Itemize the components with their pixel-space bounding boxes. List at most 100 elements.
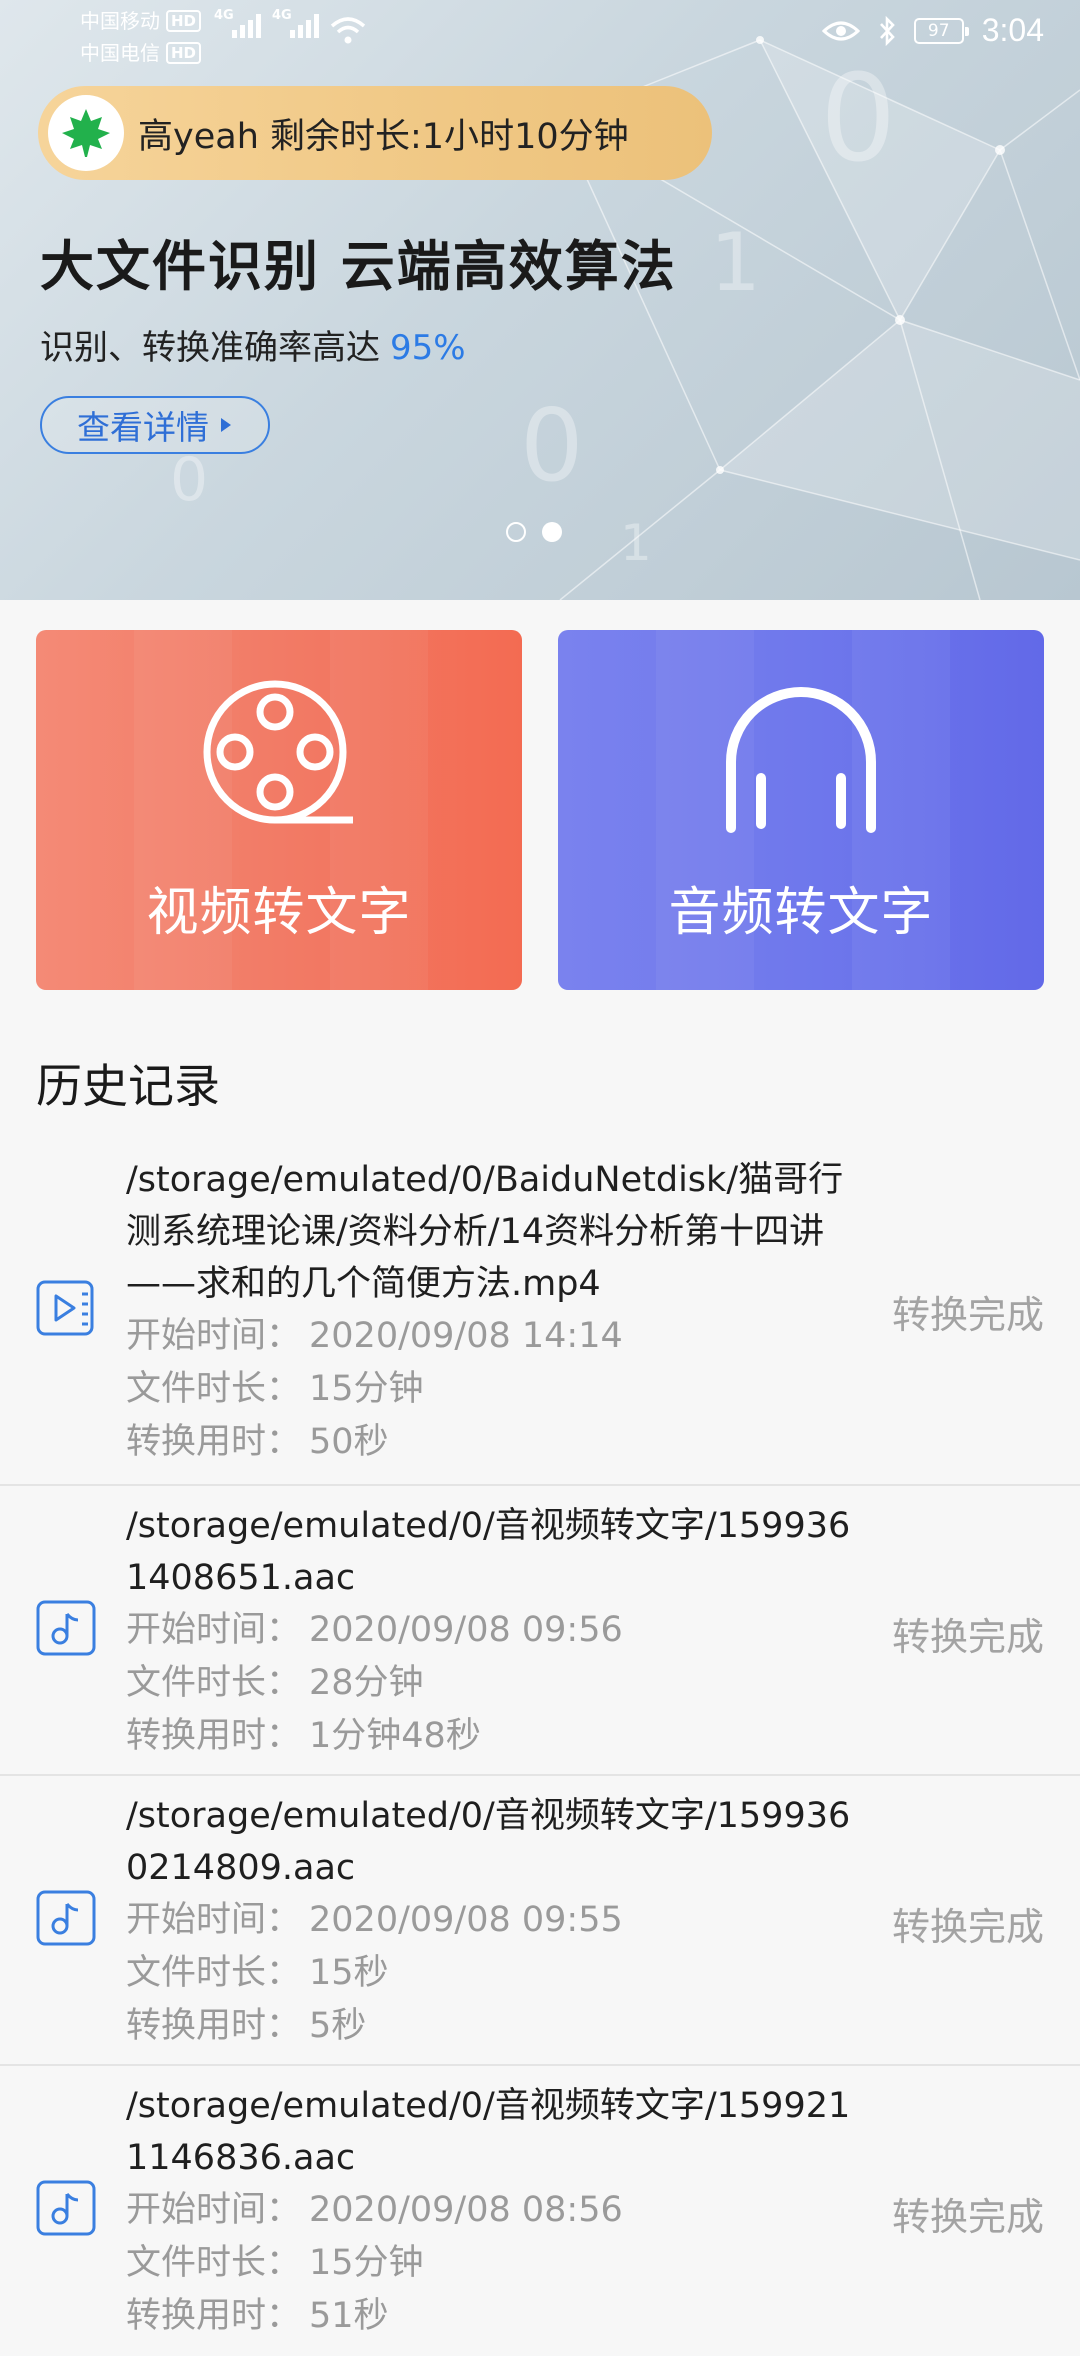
play-arrow-icon: [221, 418, 231, 432]
promo-banner[interactable]: 0 1 0 0 1 中国移动 HD 中国电信 HD 4G 4G 97 3:04 …: [0, 0, 1080, 600]
conversion-status: 转换完成: [891, 2195, 1044, 2239]
convert-time-value: 50秒: [309, 1422, 389, 1462]
banner-subtitle-text: 识别、转换准确率高达: [40, 328, 380, 368]
status-bar: 中国移动 HD 中国电信 HD 4G 4G 97 3:04: [0, 0, 1080, 70]
convert-time-value: 1分钟48秒: [309, 1716, 481, 1756]
convert-time-value: 5秒: [309, 2006, 367, 2046]
start-time-label: 开始时间：: [126, 1316, 302, 1356]
svg-text:0: 0: [820, 50, 896, 189]
hd-badge: HD: [166, 42, 202, 64]
clock: 3:04: [981, 12, 1044, 48]
audio-file-icon: [36, 1890, 96, 1946]
history-item-body: /storage/emulated/0/音视频转文字/1599211146836…: [126, 2080, 856, 2343]
status-right: 97 3:04: [821, 12, 1044, 49]
convert-time: 转换用时： 1分钟48秒: [126, 1710, 856, 1763]
history-item-body: /storage/emulated/0/音视频转文字/1599360214809…: [126, 1790, 856, 2053]
history-item[interactable]: /storage/emulated/0/音视频转文字/1599361408651…: [0, 1486, 1080, 1776]
start-time-label: 开始时间：: [126, 2190, 302, 2230]
conversion-status: 转换完成: [891, 1905, 1044, 1949]
audio-file-icon: [36, 1600, 96, 1656]
convert-time-value: 51秒: [309, 2296, 389, 2336]
file-path: /storage/emulated/0/BaiduNetdisk/猫哥行测系统理…: [126, 1160, 844, 1304]
conversion-status: 转换完成: [891, 1293, 1044, 1337]
vip-remaining-time: 高yeah 剩余时长:1小时10分钟: [138, 116, 629, 157]
convert-time-label: 转换用时：: [126, 2296, 302, 2336]
file-path: /storage/emulated/0/音视频转文字/1599361408651…: [126, 1506, 851, 1598]
accuracy-highlight: 95%: [390, 328, 466, 368]
view-details-button[interactable]: 查看详情: [40, 396, 270, 454]
carrier-1-name: 中国移动: [80, 9, 160, 33]
start-time-label: 开始时间：: [126, 1610, 302, 1650]
start-time-value: 2020/09/08 09:55: [309, 1900, 623, 1940]
svg-text:1: 1: [620, 514, 652, 572]
carrier-1: 中国移动 HD: [80, 8, 202, 34]
file-duration: 文件时长： 28分钟: [126, 1657, 856, 1710]
carousel-dot[interactable]: [506, 522, 526, 542]
convert-time-label: 转换用时：: [126, 2006, 302, 2046]
file-duration-label: 文件时长：: [126, 1953, 302, 1993]
video-file-icon: [36, 1280, 94, 1336]
banner-title: 大文件识别 云端高效算法: [40, 234, 677, 298]
conversion-status: 转换完成: [891, 1615, 1044, 1659]
file-duration-label: 文件时长：: [126, 2243, 302, 2283]
start-time: 开始时间： 2020/09/08 09:56: [126, 1604, 856, 1657]
convert-time: 转换用时： 50秒: [126, 1416, 856, 1469]
start-time: 开始时间： 2020/09/08 14:14: [126, 1310, 856, 1363]
file-duration-value: 15分钟: [309, 2243, 424, 2283]
video-to-text-label: 视频转文字: [146, 883, 412, 943]
file-path: /storage/emulated/0/音视频转文字/1599211146836…: [126, 2086, 851, 2178]
convert-time: 转换用时： 5秒: [126, 2000, 856, 2053]
start-time: 开始时间： 2020/09/08 08:56: [126, 2184, 856, 2237]
history-item-body: /storage/emulated/0/BaiduNetdisk/猫哥行测系统理…: [126, 1154, 856, 1469]
carousel-indicator: [506, 522, 562, 542]
audio-to-text-button[interactable]: 音频转文字: [558, 630, 1044, 990]
start-time-value: 2020/09/08 14:14: [309, 1316, 623, 1356]
maple-leaf-icon: [62, 109, 110, 157]
network-type: 4G: [214, 8, 234, 23]
file-duration-value: 15分钟: [309, 1369, 424, 1409]
file-path: /storage/emulated/0/音视频转文字/1599360214809…: [126, 1796, 851, 1888]
banner-subtitle: 识别、转换准确率高达 95%: [40, 320, 466, 369]
history-title: 历史记录: [36, 1059, 220, 1113]
battery-level: 97: [927, 20, 950, 41]
headphones-icon-wrap: [558, 678, 1044, 834]
history-item-body: /storage/emulated/0/音视频转文字/1599361408651…: [126, 1500, 856, 1763]
history-list: /storage/emulated/0/BaiduNetdisk/猫哥行测系统理…: [0, 1140, 1080, 2356]
vip-time-pill[interactable]: 高yeah 剩余时长:1小时10分钟: [38, 86, 712, 180]
avatar[interactable]: [48, 95, 124, 171]
signal-icon: 4G: [272, 8, 319, 38]
hd-badge: HD: [166, 10, 202, 32]
history-item[interactable]: /storage/emulated/0/BaiduNetdisk/猫哥行测系统理…: [0, 1140, 1080, 1486]
headphones-icon: [726, 687, 876, 833]
history-item[interactable]: /storage/emulated/0/音视频转文字/1599360214809…: [0, 1776, 1080, 2066]
history-item[interactable]: /storage/emulated/0/音视频转文字/1599211146836…: [0, 2066, 1080, 2356]
network-type: 4G: [272, 8, 292, 23]
file-duration: 文件时长： 15分钟: [126, 1363, 856, 1416]
video-to-text-button[interactable]: 视频转文字: [36, 630, 522, 990]
start-time: 开始时间： 2020/09/08 09:55: [126, 1894, 856, 1947]
film-reel-icon-wrap: [36, 678, 522, 834]
file-duration: 文件时长： 15秒: [126, 1947, 856, 2000]
eye-icon: [821, 21, 860, 40]
carousel-dot-active[interactable]: [542, 522, 562, 542]
audio-to-text-label: 音频转文字: [668, 883, 934, 943]
file-duration-label: 文件时长：: [126, 1369, 302, 1409]
carrier-2: 中国电信 HD: [80, 40, 202, 66]
start-time-value: 2020/09/08 09:56: [309, 1610, 623, 1650]
svg-text:0: 0: [170, 445, 208, 515]
svg-text:0: 0: [520, 387, 584, 504]
file-duration-label: 文件时长：: [126, 1663, 302, 1703]
wifi-icon: [330, 17, 366, 44]
start-time-label: 开始时间：: [126, 1900, 302, 1940]
view-details-label: 查看详情: [77, 408, 209, 447]
svg-text:1: 1: [710, 216, 761, 309]
carrier-2-name: 中国电信: [80, 41, 160, 65]
file-duration: 文件时长： 15分钟: [126, 2237, 856, 2290]
convert-time-label: 转换用时：: [126, 1716, 302, 1756]
film-reel-icon: [203, 680, 353, 824]
audio-file-icon: [36, 2180, 96, 2236]
convert-time: 转换用时： 51秒: [126, 2290, 856, 2343]
bluetooth-icon: [879, 15, 895, 46]
file-duration-value: 28分钟: [309, 1663, 424, 1703]
convert-time-label: 转换用时：: [126, 1422, 302, 1462]
